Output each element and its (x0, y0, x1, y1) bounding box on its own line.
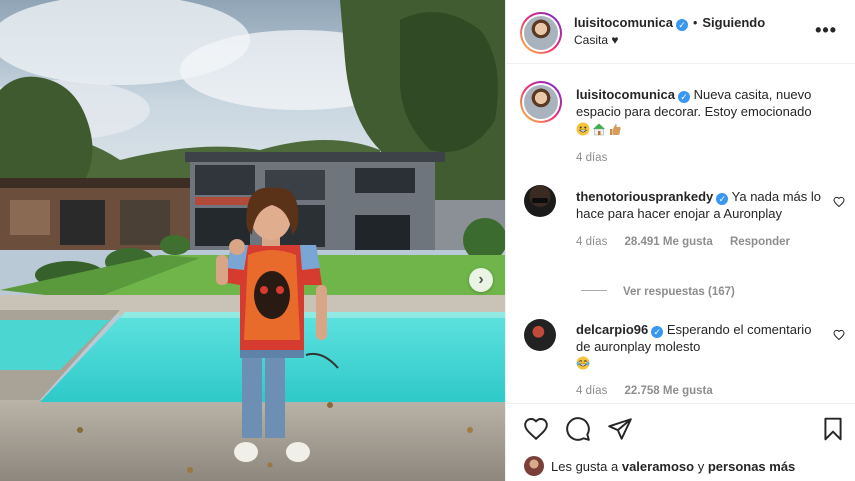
verified-badge-icon: ✓ (675, 19, 688, 31)
likes-summary: Les gusta a valeramoso y personas más (524, 456, 855, 476)
caption: luisitocomunica ✓ Nueva casita, nuevo esp… (576, 86, 835, 164)
verified-badge-icon: ✓ (677, 91, 690, 103)
post-header: luisitocomunica ✓ • Siguiendo Casita ♥ ••• (506, 0, 855, 64)
paper-plane-icon[interactable] (607, 416, 633, 442)
likes-connector: y (697, 458, 705, 474)
likes-others-link[interactable]: personas más (708, 459, 795, 474)
liker-avatar[interactable] (524, 456, 544, 476)
reply-button[interactable]: Responder (730, 236, 790, 248)
comment-time[interactable]: 4 días (576, 236, 607, 248)
comment-item: thenotoriousprankedy ✓ Ya nada más lo hac… (576, 188, 825, 248)
author-avatar[interactable] (520, 12, 562, 54)
comment-username[interactable]: delcarpio96 (576, 322, 648, 337)
comment-like-heart-icon[interactable] (833, 329, 845, 341)
comment-avatar[interactable] (524, 319, 556, 351)
caption-avatar[interactable] (520, 81, 562, 123)
comment-like-heart-icon[interactable] (833, 196, 845, 208)
tears-of-joy-emoji-icon (576, 356, 590, 370)
thumbs-up-emoji-icon (610, 124, 621, 135)
more-options-icon[interactable]: ••• (815, 20, 837, 41)
comment-username[interactable]: thenotoriousprankedy (576, 189, 713, 204)
comment-icon[interactable] (565, 416, 591, 442)
likes-prefix: Les gusta a (551, 458, 619, 474)
post-location[interactable]: Casita ♥ (574, 33, 618, 47)
photo-scene (0, 0, 505, 481)
bookmark-icon[interactable] (820, 416, 846, 442)
post-actions-bar (506, 403, 855, 453)
view-replies-link[interactable]: Ver respuestas (167) (623, 286, 735, 298)
chevron-right-icon: › (478, 271, 484, 288)
comment-avatar[interactable] (524, 185, 556, 217)
post-side-panel: luisitocomunica ✓ • Siguiendo Casita ♥ ••• … (505, 0, 855, 481)
verified-badge-icon: ✓ (716, 193, 729, 205)
heart-icon[interactable] (523, 416, 549, 442)
comment-time[interactable]: 4 días (576, 385, 607, 397)
view-replies[interactable]: Ver respuestas (167) (581, 284, 855, 298)
liker-username[interactable]: valeramoso (622, 459, 694, 474)
follow-status-button[interactable]: Siguiendo (702, 15, 765, 30)
comment-likes[interactable]: 28.491 Me gusta (625, 236, 713, 248)
post-photo[interactable]: › (0, 0, 505, 481)
comment-emoji: 😂 (576, 355, 825, 372)
caption-emojis: 😁🏠👍 (576, 121, 835, 138)
separator-dot: • (692, 16, 698, 30)
comment-item: delcarpio96 ✓ Esperando el comentario de … (576, 321, 825, 397)
caption-username[interactable]: luisitocomunica (576, 87, 675, 102)
verified-badge-icon: ✓ (651, 326, 664, 338)
replies-divider (581, 290, 607, 291)
house-emoji-icon (593, 123, 605, 136)
next-photo-button[interactable]: › (469, 268, 493, 292)
caption-time[interactable]: 4 días (576, 152, 835, 164)
comment-likes[interactable]: 22.758 Me gusta (625, 385, 713, 397)
grinning-face-emoji-icon (576, 122, 590, 136)
author-username[interactable]: luisitocomunica (574, 15, 673, 30)
